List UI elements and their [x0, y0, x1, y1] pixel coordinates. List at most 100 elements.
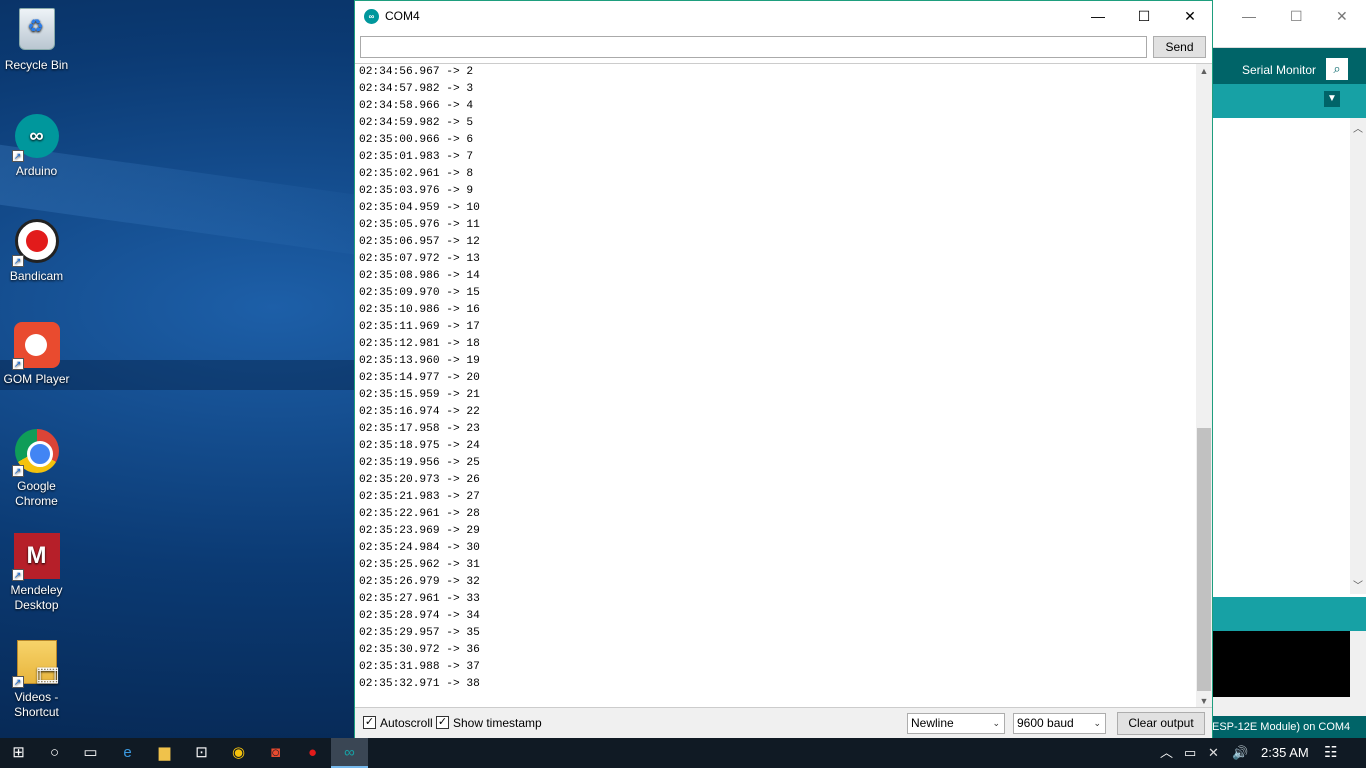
line-ending-value: Newline	[911, 716, 954, 730]
autoscroll-checkbox[interactable]: ✓	[363, 716, 376, 729]
serial-output-line: 02:35:12.981 -> 18	[359, 338, 480, 350]
store-icon[interactable]: ⊡	[183, 738, 220, 768]
serial-output-line: 02:35:11.969 -> 17	[359, 321, 480, 333]
desktop-icon-recycle-bin[interactable]: Recycle Bin	[0, 8, 73, 73]
clear-output-button[interactable]: Clear output	[1117, 712, 1205, 735]
line-ending-select[interactable]: Newline ⌄	[907, 713, 1005, 734]
chrome-icon[interactable]: ◉	[220, 738, 257, 768]
serial-output-line: 02:35:22.961 -> 28	[359, 508, 480, 520]
desktop-icon-label: Arduino	[15, 164, 58, 178]
clock[interactable]: 2:35 AM	[1261, 738, 1309, 768]
desktop-icon-gom-player[interactable]: ↗ GOM Player	[0, 322, 73, 387]
close-button[interactable]: ✕	[1167, 1, 1213, 32]
ide-editor[interactable]: ︿ ﹀	[1212, 118, 1366, 594]
start-icon[interactable]: ⊞	[0, 738, 37, 768]
chrome-icon: ↗	[11, 429, 60, 477]
action-center-icon[interactable]: ☷	[1324, 738, 1337, 768]
minimize-icon[interactable]: —	[1242, 8, 1256, 24]
chevron-down-icon: ⌄	[1093, 718, 1101, 728]
tab-menu-dropdown-icon[interactable]: ▼	[1324, 91, 1340, 107]
serial-output-line: 02:35:01.983 -> 7	[359, 151, 474, 163]
serial-output-line: 02:35:08.986 -> 14	[359, 270, 480, 282]
serial-output-line: 02:35:09.970 -> 15	[359, 287, 480, 299]
volume-icon[interactable]: 🔊	[1232, 738, 1248, 768]
ide-console	[1212, 631, 1366, 697]
ide-status-bar	[1212, 597, 1366, 631]
send-button[interactable]: Send	[1153, 36, 1206, 58]
minimize-button[interactable]: —	[1075, 1, 1121, 32]
serial-output-line: 02:35:27.961 -> 33	[359, 593, 480, 605]
task-view-icon[interactable]: ▭	[72, 738, 109, 768]
show-timestamp-checkbox[interactable]: ✓	[436, 716, 449, 729]
serial-output-line: 02:35:32.971 -> 38	[359, 678, 480, 690]
scrollbar-thumb[interactable]	[1197, 428, 1211, 691]
desktop-icon-mendeley[interactable]: M ↗ Mendeley Desktop	[0, 533, 73, 613]
ide-tab-bar: ▼	[1212, 84, 1366, 118]
arduino-ide-window: — ☐ ✕ Serial Monitor ⌕ ▼ ︿ ﹀ ESP-12E Mod…	[1212, 0, 1366, 738]
bandicam-icon: ↗	[11, 219, 60, 267]
desktop-icon-label: GOM Player	[3, 372, 70, 386]
maximize-button[interactable]: ☐	[1121, 1, 1167, 32]
scroll-up-icon[interactable]: ▲	[1196, 64, 1212, 78]
arduino-logo-icon: ∞	[364, 9, 379, 24]
serial-output-line: 02:35:21.983 -> 27	[359, 491, 480, 503]
file-explorer-icon[interactable]: ▆	[146, 738, 183, 768]
close-icon[interactable]: ✕	[1336, 8, 1348, 25]
arduino-icon: ∞ ↗	[11, 114, 60, 162]
serial-output-line: 02:34:56.967 -> 2	[359, 66, 474, 78]
serial-output-area[interactable]: 02:34:56.967 -> 2 02:34:57.982 -> 3 02:34:…	[355, 63, 1212, 707]
serial-output-line: 02:34:59.982 -> 5	[359, 117, 474, 129]
serial-output-line: 02:35:14.977 -> 20	[359, 372, 480, 384]
serial-output-line: 02:35:26.979 -> 32	[359, 576, 480, 588]
serial-output-line: 02:35:02.961 -> 8	[359, 168, 474, 180]
gom-player-icon: ↗	[11, 322, 60, 370]
serial-output-line: 02:35:07.972 -> 13	[359, 253, 480, 265]
show-timestamp-label: Show timestamp	[453, 716, 542, 730]
serial-output-line: 02:35:24.984 -> 30	[359, 542, 480, 554]
serial-monitor-titlebar: ∞ COM4 — ☐ ✕	[355, 1, 1212, 32]
desktop-icon-label: Google Chrome	[15, 479, 58, 508]
serial-monitor-window: ∞ COM4 — ☐ ✕ Send 02:34:56.967 -> 2 02:34…	[354, 0, 1213, 738]
folder-videos-icon: ↗	[11, 640, 62, 688]
network-disconnected-icon[interactable]: ✕	[1208, 738, 1219, 768]
serial-output-line: 02:35:25.962 -> 31	[359, 559, 480, 571]
record-icon[interactable]: ●	[294, 738, 331, 768]
desktop-icon-google-chrome[interactable]: ↗ Google Chrome	[0, 429, 73, 509]
desktop-icon-label: Recycle Bin	[4, 58, 69, 72]
edge-icon[interactable]: e	[109, 738, 146, 768]
arduino-icon[interactable]: ∞	[331, 738, 368, 768]
bandicam-icon[interactable]: ◙	[257, 738, 294, 768]
console-scrollbar[interactable]	[1350, 631, 1366, 697]
serial-output-line: 02:35:05.976 -> 11	[359, 219, 480, 231]
desktop-icon-videos[interactable]: ↗ Videos - Shortcut	[0, 640, 73, 720]
desktop-icon-label: Bandicam	[9, 269, 64, 283]
ide-board-status: ESP-12E Module) on COM4	[1212, 716, 1366, 738]
editor-scrollbar[interactable]: ︿ ﹀	[1350, 118, 1366, 594]
desktop-icon-label: Videos - Shortcut	[14, 690, 59, 719]
serial-output-line: 02:35:03.976 -> 9	[359, 185, 474, 197]
serial-output-line: 02:34:58.966 -> 4	[359, 100, 474, 112]
scroll-down-icon[interactable]: ﹀	[1350, 577, 1366, 592]
tray-chevron-up-icon[interactable]: ︿	[1160, 738, 1173, 768]
serial-monitor-label: Serial Monitor	[1242, 63, 1317, 77]
serial-output-line: 02:35:20.973 -> 26	[359, 474, 480, 486]
ide-toolbar: Serial Monitor ⌕	[1212, 48, 1366, 84]
desktop-icon-bandicam[interactable]: ↗ Bandicam	[0, 219, 73, 284]
output-scrollbar[interactable]: ▲ ▼	[1196, 64, 1212, 707]
serial-input-field[interactable]	[360, 36, 1147, 58]
desktop-icon-label: Mendeley Desktop	[10, 583, 63, 612]
scroll-up-icon[interactable]: ︿	[1350, 120, 1366, 135]
desktop-icon-arduino[interactable]: ∞ ↗ Arduino	[0, 114, 73, 179]
serial-output-line: 02:35:15.959 -> 21	[359, 389, 480, 401]
serial-output-lines: 02:34:56.967 -> 2 02:34:57.982 -> 3 02:34:…	[359, 64, 480, 693]
console-horizontal-scrollbar[interactable]	[1212, 697, 1366, 716]
battery-icon[interactable]: ▭	[1184, 738, 1196, 768]
serial-output-line: 02:35:06.957 -> 12	[359, 236, 480, 248]
baud-rate-select[interactable]: 9600 baud ⌄	[1013, 713, 1106, 734]
search-icon[interactable]: ○	[36, 738, 73, 768]
maximize-icon[interactable]: ☐	[1290, 8, 1303, 25]
recycle-bin-icon	[14, 8, 60, 54]
serial-monitor-button[interactable]: ⌕	[1326, 58, 1348, 80]
scroll-down-icon[interactable]: ▼	[1196, 694, 1212, 707]
serial-output-line: 02:35:00.966 -> 6	[359, 134, 474, 146]
